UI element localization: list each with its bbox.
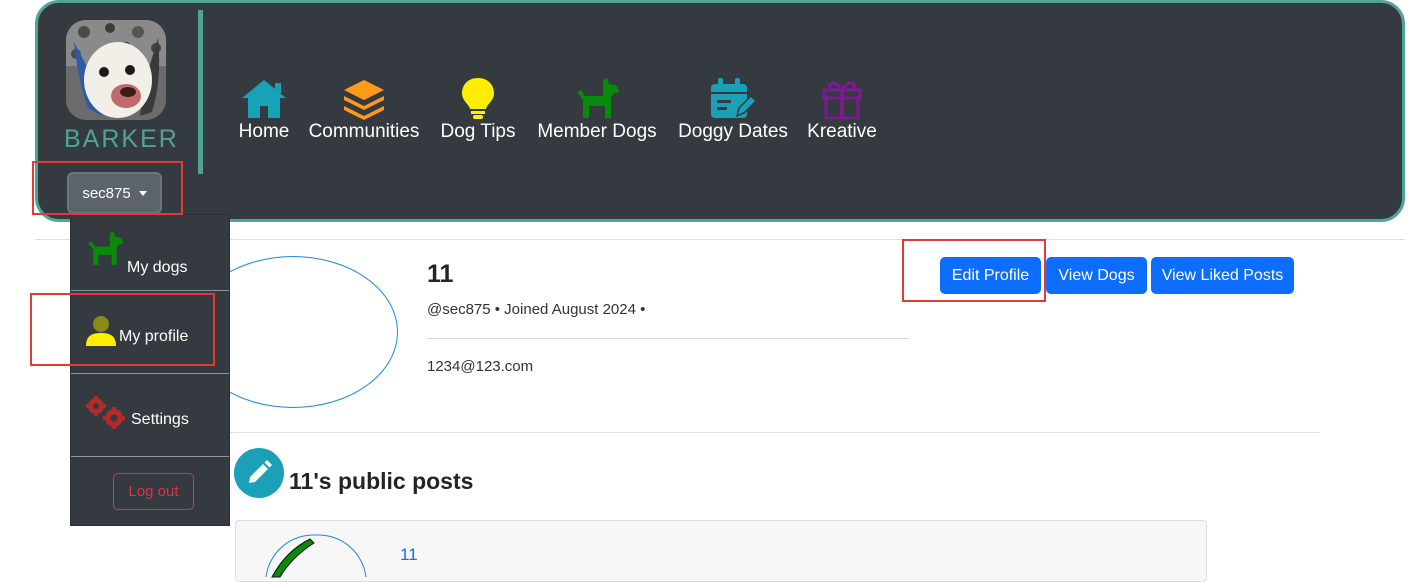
post-author-link[interactable]: 11 xyxy=(400,545,418,565)
nav-label-home: Home xyxy=(238,121,290,142)
nav-label-communities: Communities xyxy=(308,121,420,142)
profile-meta: @sec875 • Joined August 2024 • xyxy=(427,301,646,318)
dropdown-divider xyxy=(71,456,229,457)
nav-label-doggy-dates: Doggy Dates xyxy=(678,121,788,142)
post-author-avatar xyxy=(265,534,367,578)
nav-item-member-dogs[interactable]: Member Dogs xyxy=(533,72,661,143)
nav-item-kreative[interactable]: Kreative xyxy=(806,72,878,143)
gears-icon xyxy=(86,396,125,429)
edit-profile-button[interactable]: Edit Profile xyxy=(940,257,1041,294)
view-liked-posts-button[interactable]: View Liked Posts xyxy=(1151,257,1294,294)
dropdown-label-my-dogs: My dogs xyxy=(127,259,188,276)
post-card[interactable] xyxy=(235,520,1207,582)
user-menu-button[interactable]: sec875 xyxy=(67,172,162,214)
dropdown-item-my-dogs[interactable]: My dogs xyxy=(71,229,229,291)
profile-display-name: 11 xyxy=(427,260,454,288)
brand-name[interactable]: BARKER xyxy=(64,125,179,154)
view-dogs-button[interactable]: View Dogs xyxy=(1046,257,1147,294)
dog-icon xyxy=(533,72,661,120)
lightbulb-icon xyxy=(438,72,518,120)
dropdown-item-my-profile[interactable]: My profile xyxy=(71,291,229,373)
nav-label-kreative: Kreative xyxy=(807,121,877,142)
header-divider xyxy=(35,239,1405,240)
nav-item-dog-tips[interactable]: Dog Tips xyxy=(438,72,518,143)
profile-email: 1234@123.com xyxy=(427,358,534,375)
nav-item-home[interactable]: Home xyxy=(236,72,292,143)
dog-icon xyxy=(88,231,124,265)
dropdown-item-settings[interactable]: Settings xyxy=(71,374,229,456)
dropdown-label-settings: Settings xyxy=(131,411,189,428)
user-dropdown-menu: My dogs My profile Settings Log out xyxy=(70,214,230,526)
home-icon xyxy=(236,72,292,120)
brand-avatar[interactable] xyxy=(66,20,166,120)
public-posts-title: 11's public posts xyxy=(289,468,474,494)
calendar-edit-icon xyxy=(675,72,791,120)
gift-icon xyxy=(806,72,878,120)
nav-label-member-dogs: Member Dogs xyxy=(537,121,657,142)
nav-item-communities[interactable]: Communities xyxy=(305,72,423,143)
username-label: sec875 xyxy=(82,184,131,202)
brand-divider xyxy=(198,10,203,174)
logout-button[interactable]: Log out xyxy=(113,473,194,510)
section-divider xyxy=(230,432,1320,433)
user-icon xyxy=(86,316,116,346)
profile-divider xyxy=(427,338,909,339)
nav-label-dog-tips: Dog Tips xyxy=(440,121,516,142)
dropdown-label-my-profile: My profile xyxy=(119,328,189,345)
layers-icon xyxy=(305,72,423,120)
pencil-icon xyxy=(234,448,284,498)
nav-item-doggy-dates[interactable]: Doggy Dates xyxy=(675,72,791,143)
caret-down-icon xyxy=(138,190,147,196)
